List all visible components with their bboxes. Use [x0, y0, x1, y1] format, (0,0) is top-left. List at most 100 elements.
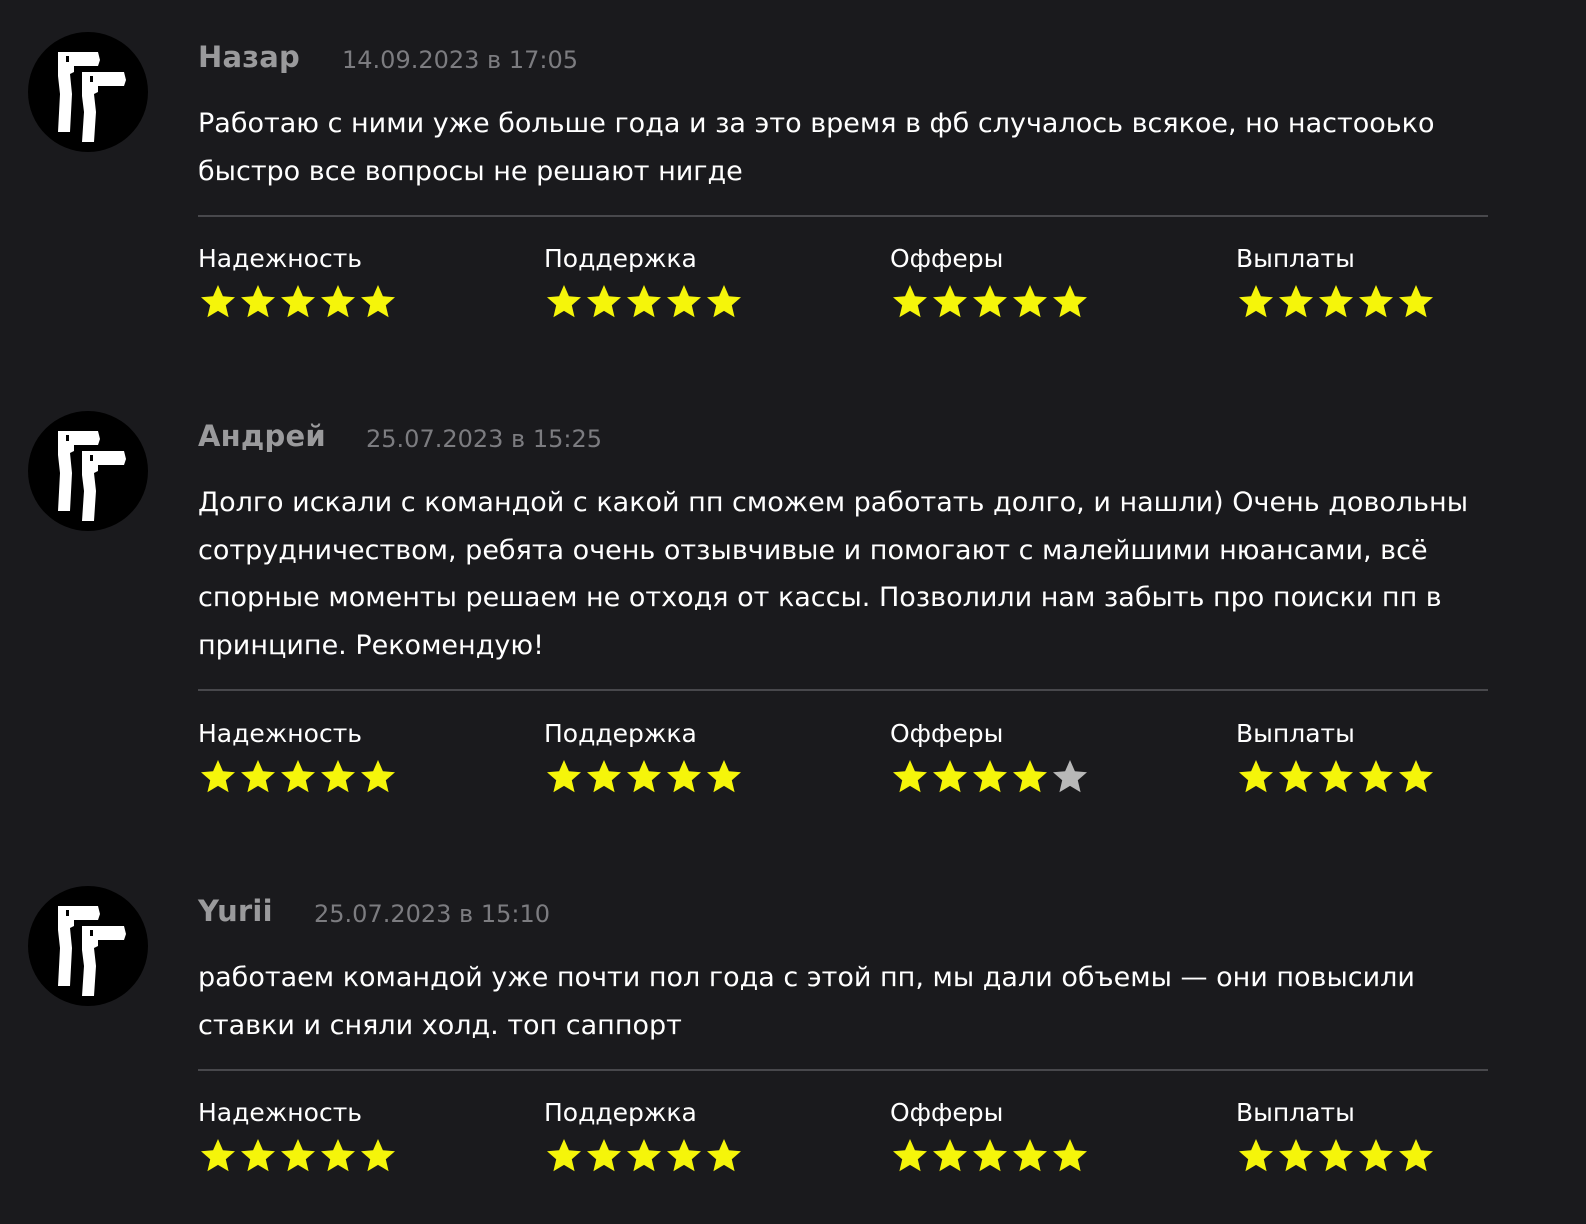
- star-filled-icon: [973, 760, 1007, 793]
- rating-support: Поддержка: [544, 1098, 844, 1176]
- star-filled-icon: [587, 1139, 621, 1172]
- star-filled-icon: [321, 760, 355, 793]
- rating-offers: Офферы: [890, 719, 1190, 797]
- star-filled-icon: [1399, 1139, 1433, 1172]
- rating-reliability: Надежность: [198, 719, 498, 797]
- review-date: 25.07.2023 в 15:25: [366, 425, 602, 453]
- rating-label: Поддержка: [544, 1098, 697, 1127]
- star-filled-icon: [1319, 1139, 1353, 1172]
- star-filled-icon: [893, 760, 927, 793]
- star-rating: [544, 757, 844, 797]
- star-empty-icon: [1053, 760, 1087, 793]
- rating-label: Поддержка: [544, 719, 697, 748]
- rating-label: Офферы: [890, 1098, 1004, 1127]
- star-filled-icon: [1319, 285, 1353, 318]
- rating-label: Выплаты: [1236, 1098, 1355, 1127]
- review-text: Работаю с ними уже больше года и за это …: [198, 108, 1435, 187]
- star-filled-icon: [321, 1139, 355, 1172]
- star-filled-icon: [1279, 285, 1313, 318]
- avatar: [28, 886, 148, 1006]
- rating-label: Поддержка: [544, 244, 697, 273]
- review-author: Андрей: [198, 419, 326, 453]
- star-filled-icon: [281, 760, 315, 793]
- star-filled-icon: [1013, 285, 1047, 318]
- star-filled-icon: [201, 285, 235, 318]
- star-filled-icon: [627, 285, 661, 318]
- star-filled-icon: [201, 760, 235, 793]
- star-filled-icon: [1239, 285, 1273, 318]
- star-rating: [198, 757, 498, 797]
- star-filled-icon: [933, 1139, 967, 1172]
- star-filled-icon: [241, 760, 275, 793]
- star-rating: [890, 1136, 1190, 1176]
- star-rating: [544, 282, 844, 322]
- avatar: [28, 411, 148, 531]
- rating-payouts: Выплаты: [1236, 244, 1536, 322]
- star-filled-icon: [627, 1139, 661, 1172]
- rating-label: Выплаты: [1236, 719, 1355, 748]
- rating-label: Офферы: [890, 719, 1004, 748]
- rating-payouts: Выплаты: [1236, 719, 1536, 797]
- review-text: Долго искали с командой с какой пп сможе…: [198, 487, 1469, 661]
- star-filled-icon: [281, 1139, 315, 1172]
- star-filled-icon: [933, 760, 967, 793]
- star-filled-icon: [973, 285, 1007, 318]
- star-filled-icon: [361, 285, 395, 318]
- review-date: 14.09.2023 в 17:05: [342, 46, 578, 74]
- pistols-logo-icon: [58, 431, 126, 521]
- star-rating: [890, 282, 1190, 322]
- star-filled-icon: [707, 285, 741, 318]
- rating-offers: Офферы: [890, 244, 1190, 322]
- star-filled-icon: [1239, 1139, 1273, 1172]
- star-filled-icon: [547, 1139, 581, 1172]
- star-rating: [1236, 282, 1536, 322]
- rating-label: Надежность: [198, 1098, 362, 1127]
- rating-label: Офферы: [890, 244, 1004, 273]
- rating-offers: Офферы: [890, 1098, 1190, 1176]
- star-filled-icon: [547, 285, 581, 318]
- star-filled-icon: [1279, 1139, 1313, 1172]
- review-text: работаем командой уже почти пол года с э…: [198, 962, 1415, 1041]
- star-rating: [1236, 757, 1536, 797]
- star-filled-icon: [241, 285, 275, 318]
- star-rating: [890, 757, 1190, 797]
- star-filled-icon: [281, 285, 315, 318]
- pistols-logo-icon: [58, 906, 126, 996]
- star-filled-icon: [973, 1139, 1007, 1172]
- star-filled-icon: [893, 285, 927, 318]
- star-filled-icon: [707, 760, 741, 793]
- star-filled-icon: [667, 1139, 701, 1172]
- rating-reliability: Надежность: [198, 1098, 498, 1176]
- star-filled-icon: [1359, 285, 1393, 318]
- star-filled-icon: [667, 760, 701, 793]
- review-card: Yurii 25.07.2023 в 15:10 работаем команд…: [0, 886, 1586, 1206]
- star-filled-icon: [547, 760, 581, 793]
- review-author: Назар: [198, 40, 301, 74]
- rating-reliability: Надежность: [198, 244, 498, 322]
- star-filled-icon: [1053, 1139, 1087, 1172]
- star-filled-icon: [1013, 760, 1047, 793]
- avatar: [28, 32, 148, 152]
- star-rating: [198, 1136, 498, 1176]
- star-filled-icon: [1053, 285, 1087, 318]
- rating-support: Поддержка: [544, 244, 844, 322]
- star-filled-icon: [1013, 1139, 1047, 1172]
- rating-label: Надежность: [198, 244, 362, 273]
- review-card: Андрей 25.07.2023 в 15:25 Долго искали с…: [0, 411, 1586, 811]
- star-filled-icon: [667, 285, 701, 318]
- star-rating: [544, 1136, 844, 1176]
- rating-payouts: Выплаты: [1236, 1098, 1536, 1176]
- divider: [198, 689, 1488, 691]
- star-filled-icon: [587, 760, 621, 793]
- rating-label: Выплаты: [1236, 244, 1355, 273]
- review-author: Yurii: [198, 894, 273, 928]
- star-filled-icon: [893, 1139, 927, 1172]
- star-filled-icon: [201, 1139, 235, 1172]
- star-filled-icon: [1359, 1139, 1393, 1172]
- star-filled-icon: [627, 760, 661, 793]
- star-filled-icon: [1359, 760, 1393, 793]
- star-filled-icon: [1399, 760, 1433, 793]
- star-rating: [198, 282, 498, 322]
- star-filled-icon: [1239, 760, 1273, 793]
- star-rating: [1236, 1136, 1536, 1176]
